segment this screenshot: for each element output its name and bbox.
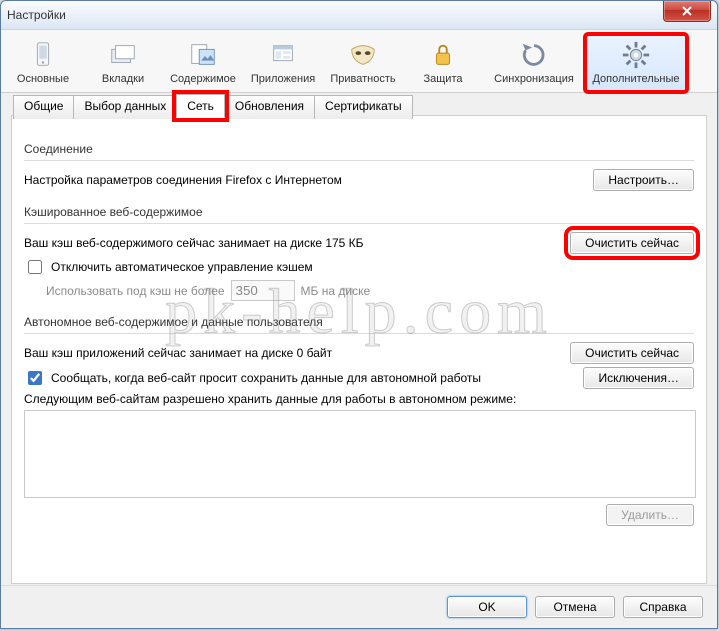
cat-security-label: Защита — [424, 73, 463, 85]
cat-sync-label: Синхронизация — [494, 73, 574, 85]
dialog-footer: OK Отмена Справка — [1, 585, 717, 628]
subtab-row: Общие Выбор данных Сеть Обновления Серти… — [13, 93, 412, 117]
offline-sites-listbox[interactable] — [24, 410, 696, 498]
cat-apps-label: Приложения — [251, 73, 315, 85]
group-offline-title: Автономное веб-содержимое и данные польз… — [24, 311, 694, 331]
clear-offline-button[interactable]: Очистить сейчас — [570, 342, 694, 364]
cat-tabs-label: Вкладки — [102, 73, 144, 85]
panel-body: Соединение Настройка параметров соединен… — [11, 115, 707, 584]
phone-icon — [4, 39, 82, 71]
cache-limit-suffix: МБ на диске — [301, 284, 371, 298]
cat-advanced-label: Дополнительные — [592, 73, 679, 85]
subtab-certs[interactable]: Сертификаты — [314, 95, 413, 119]
connection-desc: Настройка параметров соединения Firefox … — [24, 173, 587, 187]
content-icon — [164, 39, 242, 71]
subtab-updates[interactable]: Обновления — [224, 95, 315, 119]
disable-auto-cache-label: Отключить автоматическое управление кэше… — [51, 260, 313, 274]
subtab-network[interactable]: Сеть — [176, 94, 225, 118]
divider — [24, 160, 694, 161]
cat-tabs[interactable]: Вкладки — [83, 34, 163, 92]
clear-cache-button[interactable]: Очистить сейчас — [570, 232, 694, 254]
category-toolbar: Основные Вкладки Содержимое Приложения П… — [1, 30, 717, 93]
subtab-data[interactable]: Выбор данных — [73, 95, 177, 119]
cat-privacy[interactable]: Приватность — [323, 34, 403, 92]
configure-connection-button[interactable]: Настроить… — [593, 169, 694, 191]
disable-auto-cache-checkbox[interactable] — [28, 260, 42, 274]
cat-main[interactable]: Основные — [3, 34, 83, 92]
offline-size-text: Ваш кэш приложений сейчас занимает на ди… — [24, 346, 564, 360]
close-button[interactable] — [663, 0, 711, 22]
cat-content[interactable]: Содержимое — [163, 34, 243, 92]
cache-limit-input — [231, 280, 295, 301]
divider — [24, 333, 694, 334]
tabs-icon — [84, 39, 162, 71]
group-connection-title: Соединение — [24, 138, 694, 158]
cancel-button[interactable]: Отмена — [535, 596, 615, 618]
remove-site-button: Удалить… — [606, 504, 694, 526]
offline-notify-checkbox[interactable] — [28, 371, 42, 385]
cat-main-label: Основные — [17, 73, 69, 85]
lock-icon — [404, 39, 482, 71]
cat-privacy-label: Приватность — [330, 73, 395, 85]
cat-security[interactable]: Защита — [403, 34, 483, 92]
apps-icon — [244, 39, 322, 71]
cat-sync[interactable]: Синхронизация — [483, 34, 585, 92]
sync-icon — [484, 39, 584, 71]
subtab-general[interactable]: Общие — [13, 95, 74, 119]
gear-icon — [586, 39, 686, 71]
window-title: Настройки — [7, 8, 711, 22]
cat-apps[interactable]: Приложения — [243, 34, 323, 92]
cat-advanced[interactable]: Дополнительные — [585, 34, 687, 92]
cache-size-text: Ваш кэш веб-содержимого сейчас занимает … — [24, 236, 564, 250]
cat-content-label: Содержимое — [170, 73, 236, 85]
titlebar: Настройки — [1, 1, 717, 30]
exceptions-button[interactable]: Исключения… — [583, 367, 694, 389]
help-button[interactable]: Справка — [623, 596, 703, 618]
mask-icon — [324, 39, 402, 71]
network-panel: Соединение Настройка параметров соединен… — [12, 130, 706, 583]
offline-notify-label: Сообщать, когда веб-сайт просит сохранит… — [51, 371, 577, 385]
close-icon — [682, 6, 692, 16]
cache-limit-prefix: Использовать под кэш не более — [46, 284, 225, 298]
divider — [24, 223, 694, 224]
settings-window: Настройки Основные Вкладки Содержимое — [0, 0, 718, 629]
group-cache-title: Кэшированное веб-содержимое — [24, 201, 694, 221]
offline-allowed-label: Следующим веб-сайтам разрешено хранить д… — [24, 392, 516, 406]
ok-button[interactable]: OK — [447, 596, 527, 618]
